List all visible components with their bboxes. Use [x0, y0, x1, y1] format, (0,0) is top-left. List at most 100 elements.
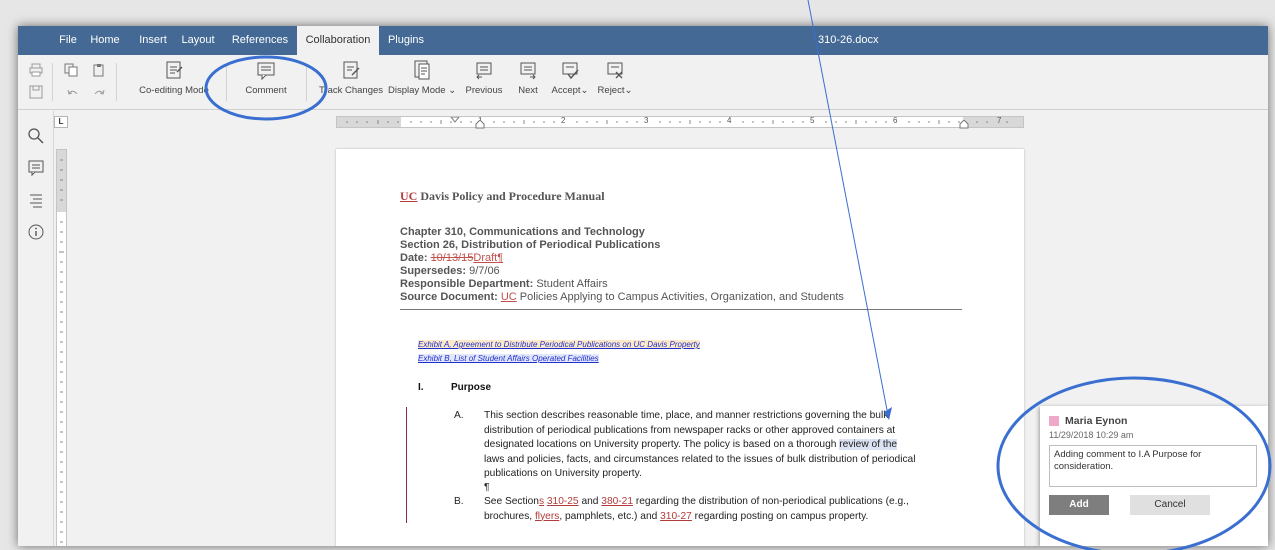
- coediting-mode-label: Co-editing Mode: [139, 85, 209, 96]
- item-b-letter: B.: [454, 496, 464, 507]
- comment-card: Maria Eynon 11/29/2018 10:29 am Adding c…: [1040, 406, 1268, 546]
- tab-insert[interactable]: Insert: [136, 26, 170, 55]
- source-uc: UC: [500, 291, 517, 303]
- tab-stop-selector[interactable]: L: [54, 116, 68, 128]
- tab-file[interactable]: File: [56, 26, 80, 55]
- accept-button[interactable]: Accept⌄: [548, 59, 592, 105]
- date-line: Date: 10/13/15Draft¶: [400, 252, 503, 264]
- screenshot-frame: File Home Insert Layout References Colla…: [0, 0, 1275, 550]
- reject-button[interactable]: Reject⌄: [594, 59, 636, 105]
- toolbar-separator: [306, 63, 307, 101]
- item-a-letter: A.: [454, 410, 464, 421]
- date-label: Date:: [400, 252, 431, 264]
- comments-panel-icon[interactable]: [27, 159, 45, 177]
- toolbar-separator: [52, 63, 53, 101]
- track-changes-button[interactable]: Track Changes: [316, 59, 386, 105]
- menu-bar: File Home Insert Layout References Colla…: [18, 26, 1268, 55]
- date-deleted: 10/13/15: [430, 252, 474, 264]
- item-a-line-4: laws and policies, facts, and circumstan…: [484, 453, 916, 465]
- item-a-line-3: designated locations on University prope…: [484, 438, 898, 453]
- editor-window: File Home Insert Layout References Colla…: [18, 26, 1268, 546]
- toolbar-separator: [116, 63, 117, 101]
- display-mode-button[interactable]: Display Mode ⌄: [388, 59, 456, 105]
- cancel-comment-button[interactable]: Cancel: [1130, 495, 1210, 515]
- document-page[interactable]: UC Davis Policy and Procedure Manual Cha…: [336, 149, 1024, 546]
- source-label: Source Document:: [400, 291, 501, 303]
- display-mode-label: Display Mode ⌄: [388, 85, 457, 96]
- horizontal-ruler[interactable]: 1 2 3 4 5 6 7: [336, 116, 1024, 129]
- section-line: Section 26, Distribution of Periodical P…: [400, 239, 660, 251]
- selected-text[interactable]: review of the: [839, 439, 898, 450]
- vertical-ruler[interactable]: [56, 149, 67, 546]
- document-title-heading: UC Davis Policy and Procedure Manual: [400, 189, 605, 204]
- date-inserted: Draft¶: [473, 252, 504, 264]
- ruler-number: 5: [810, 116, 815, 125]
- next-change-icon: [520, 62, 536, 80]
- ruler-number: 6: [893, 116, 898, 125]
- toolbar-separator: [226, 63, 227, 101]
- comment-button[interactable]: Comment: [236, 59, 296, 105]
- source-rest: Policies Applying to Campus Activities, …: [516, 291, 844, 303]
- flyers-spelling: flyers: [534, 510, 560, 522]
- paste-icon[interactable]: [92, 63, 106, 77]
- search-icon[interactable]: [27, 127, 45, 145]
- link-310-25[interactable]: 310-25: [547, 496, 579, 507]
- coediting-mode-icon: [166, 61, 183, 79]
- right-indent-marker[interactable]: [959, 120, 969, 129]
- ruler-number: 7: [997, 116, 1002, 125]
- comment-icon: [257, 62, 275, 81]
- department-value: Student Affairs: [536, 278, 608, 290]
- navigation-headings-icon[interactable]: [27, 191, 45, 209]
- comment-author: Maria Eynon: [1065, 415, 1128, 427]
- vertical-ruler-ticks: [57, 150, 66, 543]
- tab-references[interactable]: References: [230, 26, 290, 55]
- ruler-number: 4: [727, 116, 732, 125]
- previous-change-icon: [476, 62, 492, 80]
- save-icon[interactable]: [29, 85, 43, 99]
- track-changes-icon: [343, 61, 360, 79]
- change-bar: [406, 407, 407, 523]
- department-line: Responsible Department: Student Affairs: [400, 278, 608, 290]
- first-line-indent-marker[interactable]: [450, 117, 460, 127]
- header-divider: [400, 309, 962, 310]
- reject-label: Reject⌄: [597, 85, 633, 96]
- section-text: Section 26, Distribution of Periodical P…: [400, 239, 661, 251]
- ruler-number: 2: [561, 116, 566, 125]
- redo-icon[interactable]: [92, 87, 106, 101]
- toolbar: Co-editing Mode Comment Track Changes Di…: [18, 55, 1268, 110]
- item-b-rest: regarding the distribution of non-period…: [633, 496, 909, 507]
- coediting-mode-button[interactable]: Co-editing Mode: [130, 59, 218, 105]
- section-number: I.: [418, 382, 424, 393]
- ruler-ticks: [346, 120, 1008, 124]
- item-a-line-3-text: designated locations on University prope…: [484, 439, 840, 450]
- tab-layout[interactable]: Layout: [178, 26, 218, 55]
- department-label: Responsible Department:: [400, 278, 537, 290]
- print-icon[interactable]: [29, 63, 43, 77]
- copy-icon[interactable]: [64, 63, 78, 77]
- item-b-line-1: See Sections 310-25 and 380-21 regarding…: [484, 495, 909, 510]
- info-icon[interactable]: [27, 223, 45, 241]
- chapter-line: Chapter 310, Communications and Technolo…: [400, 226, 645, 238]
- link-380-21[interactable]: 380-21: [601, 496, 633, 507]
- item-a-line-5: publications on University property.: [484, 468, 642, 479]
- item-b-and: and: [578, 496, 602, 507]
- paragraph-mark: ¶: [484, 482, 490, 493]
- hanging-indent-marker[interactable]: [475, 120, 485, 129]
- exhibit-a-link[interactable]: Exhibit A, Agreement to Distribute Perio…: [418, 340, 700, 349]
- exhibit-b-link[interactable]: Exhibit B, List of Student Affairs Opera…: [418, 354, 599, 363]
- title-uc: UC: [400, 189, 418, 203]
- tab-home[interactable]: Home: [88, 26, 122, 55]
- supersedes-value: 9/7/06: [469, 265, 500, 277]
- tab-plugins[interactable]: Plugins: [386, 26, 426, 55]
- undo-icon[interactable]: [66, 87, 80, 101]
- source-line: Source Document: UC Policies Applying to…: [400, 291, 844, 303]
- section-heading: Purpose: [451, 382, 492, 393]
- supersedes-label: Supersedes:: [400, 265, 470, 277]
- add-comment-button[interactable]: Add: [1049, 495, 1109, 515]
- link-310-27[interactable]: 310-27: [660, 511, 692, 522]
- tab-collaboration[interactable]: Collaboration: [297, 26, 379, 55]
- previous-button[interactable]: Previous: [460, 59, 508, 105]
- next-button[interactable]: Next: [510, 59, 546, 105]
- comment-input[interactable]: Adding comment to I.A Purpose for consid…: [1049, 445, 1257, 487]
- chapter-text: Chapter 310, Communications and Technolo…: [400, 226, 645, 238]
